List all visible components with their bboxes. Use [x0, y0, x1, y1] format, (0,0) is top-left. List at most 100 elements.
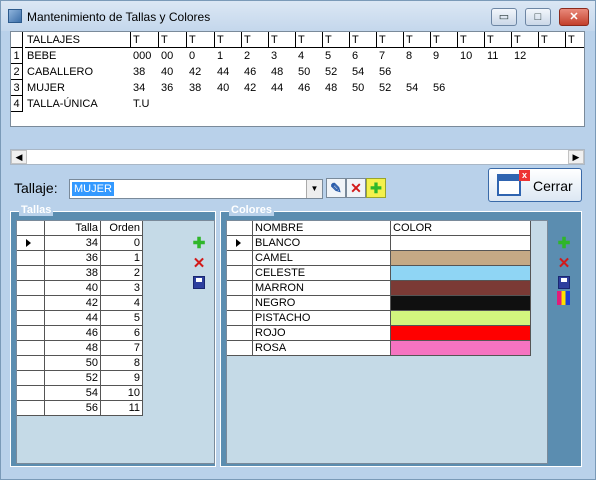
orden-cell[interactable]: 2 — [101, 266, 143, 281]
column-header[interactable]: T — [539, 32, 566, 48]
tallaje-name-cell[interactable]: CABALLERO — [25, 64, 131, 80]
talla-cell[interactable]: 40 — [45, 281, 101, 296]
delete-tallaje-button[interactable]: ✕ — [346, 178, 366, 198]
talla-value-cell[interactable]: 00 — [159, 48, 187, 64]
row-indicator[interactable] — [227, 281, 253, 296]
row-indicator[interactable] — [17, 326, 45, 341]
talla-value-cell[interactable]: 38 — [187, 80, 215, 96]
talla-value-cell[interactable]: 9 — [431, 48, 458, 64]
color-name-cell[interactable]: BLANCO — [253, 236, 391, 251]
orden-cell[interactable]: 11 — [101, 401, 143, 416]
column-header-color[interactable]: COLOR — [391, 221, 531, 236]
talla-value-cell[interactable]: 52 — [323, 64, 350, 80]
orden-cell[interactable]: 7 — [101, 341, 143, 356]
talla-value-cell[interactable]: 54 — [404, 80, 431, 96]
talla-value-cell[interactable]: 48 — [269, 64, 296, 80]
orden-cell[interactable]: 8 — [101, 356, 143, 371]
column-header[interactable]: T — [159, 32, 187, 48]
orden-cell[interactable]: 3 — [101, 281, 143, 296]
talla-value-cell[interactable]: 40 — [215, 80, 242, 96]
talla-value-cell[interactable]: 46 — [296, 80, 323, 96]
talla-value-cell[interactable]: 42 — [242, 80, 269, 96]
column-header[interactable]: T — [404, 32, 431, 48]
color-name-cell[interactable]: NEGRO — [253, 296, 391, 311]
talla-value-cell[interactable]: 44 — [215, 64, 242, 80]
talla-cell[interactable]: 48 — [45, 341, 101, 356]
talla-value-cell[interactable]: 12 — [512, 48, 539, 64]
row-indicator[interactable] — [17, 386, 45, 401]
talla-value-cell[interactable]: 0 — [187, 48, 215, 64]
chevron-down-icon[interactable]: ▼ — [306, 180, 322, 198]
column-header[interactable]: T — [269, 32, 296, 48]
palette-icon[interactable] — [556, 290, 572, 306]
color-name-cell[interactable]: CELESTE — [253, 266, 391, 281]
row-indicator[interactable] — [17, 296, 45, 311]
cerrar-button[interactable]: x Cerrar — [488, 168, 582, 202]
column-header-orden[interactable]: Orden — [101, 221, 143, 236]
row-indicator[interactable] — [227, 251, 253, 266]
delete-talla-x-icon[interactable]: ✕ — [191, 256, 207, 272]
talla-value-cell[interactable]: 4 — [296, 48, 323, 64]
column-header[interactable]: T — [350, 32, 377, 48]
talla-cell[interactable]: 56 — [45, 401, 101, 416]
row-indicator[interactable] — [17, 401, 45, 416]
row-indicator[interactable] — [17, 251, 45, 266]
column-header[interactable]: T — [131, 32, 159, 48]
color-swatch-cell[interactable] — [391, 296, 531, 311]
talla-value-cell[interactable]: 1 — [215, 48, 242, 64]
row-indicator[interactable] — [17, 311, 45, 326]
add-talla-plus-icon[interactable]: ✚ — [191, 236, 207, 252]
talla-cell[interactable]: 46 — [45, 326, 101, 341]
column-header[interactable]: T — [242, 32, 269, 48]
talla-value-cell[interactable]: 8 — [404, 48, 431, 64]
column-header[interactable]: T — [566, 32, 584, 48]
tallajes-grid[interactable]: TALLAJESTTTTTTTTTTTTTTTTTTT1BEBE00000012… — [10, 31, 585, 127]
column-header-talla[interactable]: Talla — [45, 221, 101, 236]
colores-grid[interactable]: NOMBRE COLOR BLANCO CAMEL CELESTE MARRON NEGRO… — [226, 220, 548, 464]
row-indicator[interactable] — [17, 236, 45, 251]
talla-value-cell[interactable]: 38 — [131, 64, 159, 80]
delete-color-x-icon[interactable]: ✕ — [556, 256, 572, 272]
talla-value-cell[interactable]: 50 — [350, 80, 377, 96]
table-row[interactable]: 2 CABALLERO 38 40 42 44 46 48 50 52 54 56 — [11, 64, 584, 80]
column-header[interactable]: T — [215, 32, 242, 48]
talla-value-cell[interactable]: 56 — [431, 80, 458, 96]
row-indicator[interactable] — [227, 296, 253, 311]
orden-cell[interactable]: 4 — [101, 296, 143, 311]
row-indicator[interactable] — [227, 341, 253, 356]
talla-cell[interactable]: 54 — [45, 386, 101, 401]
color-swatch-cell[interactable] — [391, 236, 531, 251]
talla-value-cell[interactable]: 11 — [485, 48, 512, 64]
row-indicator[interactable] — [17, 266, 45, 281]
talla-value-cell[interactable]: 46 — [242, 64, 269, 80]
orden-cell[interactable]: 9 — [101, 371, 143, 386]
color-name-cell[interactable]: MARRON — [253, 281, 391, 296]
column-header[interactable]: T — [323, 32, 350, 48]
row-indicator[interactable] — [17, 356, 45, 371]
table-row[interactable]: 3 MUJER 34 36 38 40 42 44 46 48 50 52 54 56 — [11, 80, 584, 96]
minimize-button[interactable]: ▭ — [491, 8, 517, 26]
row-indicator[interactable] — [227, 236, 253, 251]
orden-cell[interactable]: 10 — [101, 386, 143, 401]
column-header[interactable]: T — [296, 32, 323, 48]
talla-value-cell[interactable]: 34 — [131, 80, 159, 96]
row-indicator[interactable] — [17, 371, 45, 386]
talla-value-cell[interactable]: 5 — [323, 48, 350, 64]
tallaje-name-cell[interactable]: TALLA-ÚNICA — [25, 96, 131, 112]
talla-value-cell[interactable]: 10 — [458, 48, 485, 64]
talla-value-cell[interactable]: 2 — [242, 48, 269, 64]
edit-tallaje-button[interactable]: ✎ — [326, 178, 346, 198]
talla-value-cell[interactable]: 36 — [159, 80, 187, 96]
tallaje-combo[interactable]: MUJER ▼ — [69, 179, 323, 199]
talla-value-cell[interactable]: 54 — [350, 64, 377, 80]
tallaje-name-cell[interactable]: MUJER — [25, 80, 131, 96]
column-header[interactable]: T — [187, 32, 215, 48]
save-talla-disk-icon[interactable] — [191, 274, 207, 290]
tallaje-combo-value[interactable]: MUJER — [72, 182, 114, 196]
color-swatch-cell[interactable] — [391, 311, 531, 326]
orden-cell[interactable]: 6 — [101, 326, 143, 341]
talla-value-cell[interactable]: 3 — [269, 48, 296, 64]
talla-value-cell[interactable]: 50 — [296, 64, 323, 80]
talla-cell[interactable]: 36 — [45, 251, 101, 266]
scroll-left-icon[interactable]: ◀ — [11, 150, 27, 164]
